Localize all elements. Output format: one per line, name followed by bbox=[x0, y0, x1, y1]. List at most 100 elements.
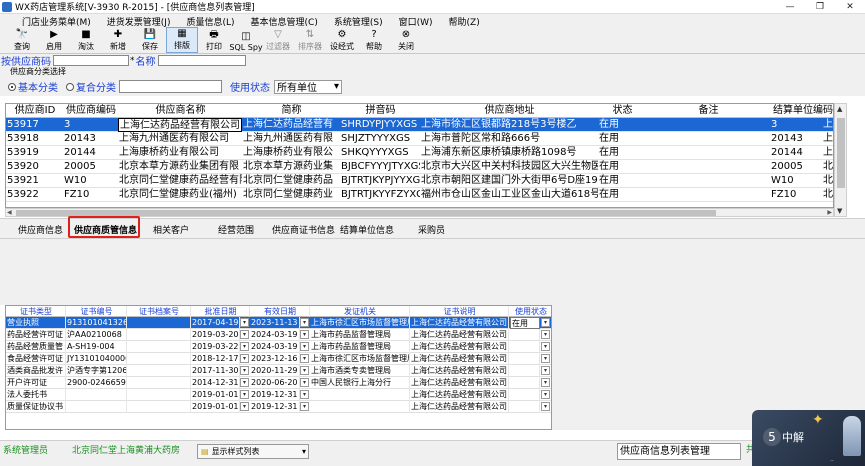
status-dropdown-button[interactable]: ▾ bbox=[541, 402, 550, 411]
col-supplier-id[interactable]: 供应商ID bbox=[6, 104, 63, 118]
basic-category-radio[interactable] bbox=[8, 82, 16, 91]
date-picker-button[interactable]: ▾ bbox=[240, 354, 249, 363]
col-short-name[interactable]: 简称 bbox=[242, 104, 340, 118]
help-button[interactable]: ? 帮助 bbox=[358, 27, 390, 53]
floating-widget[interactable]: ✦ 5 中解 ·· bbox=[752, 410, 865, 466]
display-style-label: 显示样式列表 bbox=[211, 447, 260, 456]
minimize-button[interactable]: — bbox=[775, 0, 805, 14]
table-row[interactable]: 53918 20143 上海九州通医药有限公司 上海九州通医药有限 SHJZTY… bbox=[6, 132, 833, 146]
quality-info-panel bbox=[0, 239, 865, 305]
save-button[interactable]: 💾 保存 bbox=[134, 27, 166, 53]
col-settle-code[interactable]: 结算单位编码 bbox=[770, 104, 833, 118]
status-dropdown-button[interactable]: ▾ bbox=[541, 378, 550, 387]
use-status-value[interactable]: 在用 bbox=[510, 317, 540, 329]
date-picker-button[interactable]: ▾ bbox=[300, 378, 309, 387]
table-row[interactable]: 开户许可证 2900-02466596 2014-12-31 ▾ 2020-06… bbox=[6, 377, 551, 389]
col-address[interactable]: 供应商地址 bbox=[420, 104, 598, 118]
table-row[interactable]: 53922 FZ10 北京同仁堂健康药业(福州) 北京同仁堂健康药业 BJTRT… bbox=[6, 188, 833, 202]
maximize-button[interactable]: ❐ bbox=[805, 0, 835, 14]
status-filter-select[interactable]: 所有单位 ▾ bbox=[274, 79, 342, 94]
tab-settlement-unit[interactable]: 结算单位信息 bbox=[340, 223, 394, 236]
date-picker-button[interactable]: ▾ bbox=[240, 318, 249, 327]
category-input[interactable] bbox=[119, 80, 222, 93]
supplier-name-cell-editor[interactable]: 上海仁达药品经营有限公司 bbox=[118, 118, 242, 132]
print-button[interactable]: 🖶 打印 bbox=[198, 27, 230, 53]
table-row[interactable]: 质量保证协议书 2019-01-01 ▾ 2019-12-31 ▾ 上海仁达药品… bbox=[6, 401, 551, 413]
col-supplier-name[interactable]: 供应商名称 bbox=[118, 104, 242, 118]
scroll-left-icon[interactable]: ◀ bbox=[7, 209, 12, 216]
menu-basic-info[interactable]: 基本信息管理(C) bbox=[243, 15, 326, 28]
retire-button[interactable]: ■ 淘汰 bbox=[70, 27, 102, 53]
table-row[interactable]: 53920 20005 北京本草方源药业集团有限 北京本草方源药业集 BJBCF… bbox=[6, 160, 833, 174]
grid-vertical-scrollbar[interactable]: ▲ ▼ bbox=[834, 103, 847, 217]
table-row[interactable]: 酒类商品批发许 沪酒专字第12060 2017-11-30 ▾ 2020-11-… bbox=[6, 365, 551, 377]
status-dropdown-button[interactable]: ▾ bbox=[541, 366, 550, 375]
supplier-name-input[interactable] bbox=[157, 55, 246, 66]
date-picker-button[interactable]: ▾ bbox=[300, 402, 309, 411]
tab-purchaser[interactable]: 采购员 bbox=[418, 223, 445, 236]
menu-help[interactable]: 帮助(Z) bbox=[441, 15, 488, 28]
table-row[interactable]: 53921 W10 北京同仁堂健康药品经营有限 北京同仁堂健康药品 BJTRTJ… bbox=[6, 174, 833, 188]
display-style-select[interactable]: ▤ 显示样式列表 ▾ bbox=[197, 444, 309, 459]
col-remark[interactable]: 备注 bbox=[646, 104, 770, 118]
menu-quality-info[interactable]: 质量信息(L) bbox=[178, 15, 242, 28]
status-dropdown-button[interactable]: ▾ bbox=[541, 318, 550, 327]
date-picker-button[interactable]: ▾ bbox=[240, 342, 249, 351]
col-pinyin[interactable]: 拼音码 bbox=[340, 104, 420, 118]
col-status[interactable]: 状态 bbox=[598, 104, 646, 118]
close-icon: ⊗ bbox=[401, 29, 411, 40]
scroll-down-icon[interactable]: ▼ bbox=[837, 207, 842, 215]
status-dropdown-button[interactable]: ▾ bbox=[541, 354, 550, 363]
supplier-code-input[interactable] bbox=[53, 55, 129, 66]
scroll-up-icon[interactable]: ▲ bbox=[837, 105, 842, 113]
status-dropdown-button[interactable]: ▾ bbox=[541, 342, 550, 351]
date-picker-button[interactable]: ▾ bbox=[240, 402, 249, 411]
composite-category-radio[interactable] bbox=[66, 82, 74, 91]
settings-button[interactable]: ⚙ 设经式 bbox=[326, 27, 358, 53]
sql-spy-button[interactable]: ◫ SQL Spy bbox=[229, 27, 262, 53]
close-button[interactable]: ⊗ 关闭 bbox=[390, 27, 422, 53]
date-picker-button[interactable]: ▾ bbox=[300, 390, 309, 399]
status-filter-label: 使用状态 bbox=[230, 83, 270, 94]
date-picker-button[interactable]: ▾ bbox=[300, 342, 309, 351]
col-supplier-code[interactable]: 供应商编码 bbox=[63, 104, 118, 118]
tab-supplier-info[interactable]: 供应商信息 bbox=[18, 223, 63, 236]
date-picker-button[interactable]: ▾ bbox=[300, 330, 309, 339]
status-dropdown-button[interactable]: ▾ bbox=[541, 390, 550, 399]
table-row[interactable]: 药品经营质量管 A-SH19-004 2019-03-22 ▾ 2024-03-… bbox=[6, 341, 551, 353]
date-picker-button[interactable]: ▾ bbox=[240, 390, 249, 399]
filter-button[interactable]: ▽ 过滤器 bbox=[262, 27, 294, 53]
star-icon: ✦ bbox=[812, 412, 824, 428]
table-row[interactable]: 营业执照 91310104132601224 2017-04-19 ▾ 2023… bbox=[6, 317, 551, 329]
table-row[interactable]: 药品经营许可证 沪AA0210068 2019-03-20 ▾ 2024-03-… bbox=[6, 329, 551, 341]
new-button[interactable]: ✚ 新增 bbox=[102, 27, 134, 53]
tab-business-scope[interactable]: 经营范围 bbox=[218, 223, 254, 236]
menu-window[interactable]: 窗口(W) bbox=[391, 15, 441, 28]
date-picker-button[interactable]: ▾ bbox=[300, 366, 309, 375]
date-picker-button[interactable]: ▾ bbox=[240, 378, 249, 387]
tab-certificates[interactable]: 供应商证书信息 bbox=[272, 223, 335, 236]
table-row[interactable]: 53917 3 上海仁达药品经营有限公司 上海仁达药品经营有 SHRDYPJYY… bbox=[6, 118, 833, 132]
menu-system[interactable]: 系统管理(S) bbox=[326, 15, 391, 28]
status-dropdown-button[interactable]: ▾ bbox=[541, 330, 550, 339]
menu-store-business[interactable]: 门店业务菜单(M) bbox=[0, 15, 99, 28]
date-picker-button[interactable]: ▾ bbox=[300, 354, 309, 363]
table-row[interactable]: 食品经营许可证 JY13101040000055 2018-12-17 ▾ 20… bbox=[6, 353, 551, 365]
enable-button[interactable]: ▶ 启用 bbox=[38, 27, 70, 53]
date-picker-button[interactable]: ▾ bbox=[240, 330, 249, 339]
table-row[interactable]: 法人委托书 2019-01-01 ▾ 2019-12-31 ▾ 上海仁达药品经营… bbox=[6, 389, 551, 401]
sorter-button[interactable]: ⇅ 排序器 bbox=[294, 27, 326, 53]
date-picker-button[interactable]: ▾ bbox=[240, 366, 249, 375]
vertical-scroll-thumb[interactable] bbox=[837, 118, 845, 188]
star-marker: * bbox=[130, 55, 135, 66]
current-window-field: 供应商信息列表管理 bbox=[617, 443, 741, 460]
close-window-button[interactable]: ✕ bbox=[835, 0, 865, 14]
query-button[interactable]: 🔭 查询 bbox=[6, 27, 38, 53]
scroll-right-icon[interactable]: ▶ bbox=[827, 209, 832, 216]
menu-purchase-invoice[interactable]: 进货发票管理(J) bbox=[99, 15, 179, 28]
layout-button[interactable]: ▦ 排版 bbox=[166, 27, 198, 53]
tab-related-customers[interactable]: 相关客户 bbox=[153, 223, 189, 236]
status-store: 北京同仁堂上海黄浦大药房 bbox=[72, 446, 181, 456]
table-row[interactable]: 53919 20144 上海康桥药业有限公司 上海康桥药业有限公 SHKQYYY… bbox=[6, 146, 833, 160]
date-picker-button[interactable]: ▾ bbox=[300, 318, 309, 327]
